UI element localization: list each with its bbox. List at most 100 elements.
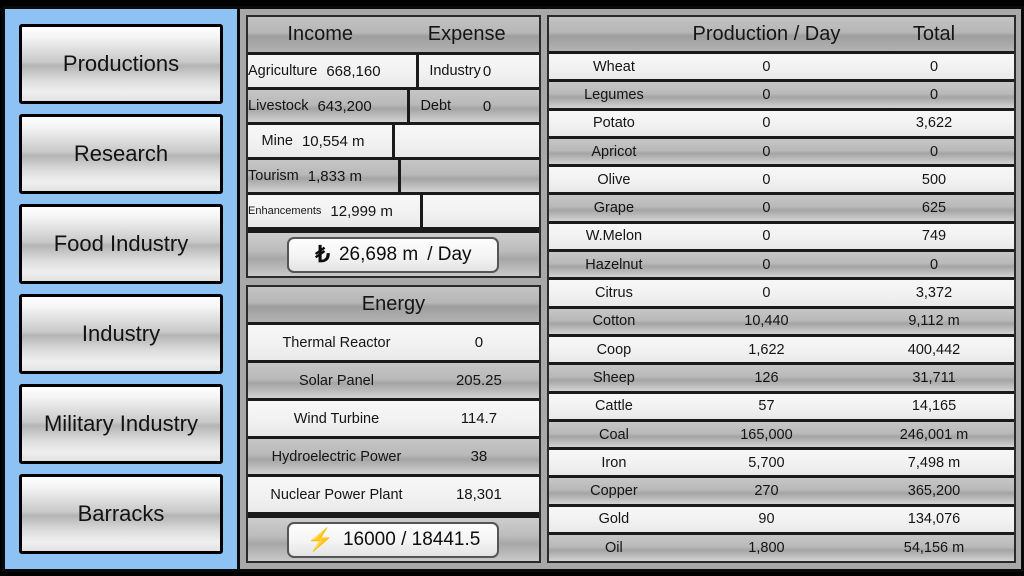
resource-per-day: 126 <box>754 369 779 386</box>
resource-name: Sheep <box>592 369 635 386</box>
resource-per-day: 0 <box>762 58 771 75</box>
table-row[interactable]: Potato 0 3,622 <box>548 110 1014 139</box>
resource-per-day: 165,000 <box>740 426 793 443</box>
table-row[interactable]: Grape 0 625 <box>548 195 1014 224</box>
income-label: Livestock <box>248 98 309 114</box>
sidebar-item-research[interactable]: Research <box>19 114 223 194</box>
table-row[interactable]: Citrus 0 3,372 <box>548 280 1014 309</box>
income-column-header: Income <box>287 23 354 45</box>
resource-name: Wheat <box>592 58 635 75</box>
income-label: Agriculture <box>248 63 318 79</box>
net-income-amount: 26,698 m <box>338 243 419 265</box>
table-row[interactable]: Coop 1,622 400,442 <box>548 336 1014 366</box>
sidebar-item-military-industry[interactable]: Military Industry <box>19 384 223 464</box>
finance-row[interactable]: Agriculture 668,160 Industry 0 <box>248 55 539 90</box>
income-label: Mine <box>261 133 293 149</box>
expense-column-header: Expense <box>427 23 506 45</box>
sidebar-item-label: Research <box>73 141 169 166</box>
expense-label: Industry <box>429 63 481 79</box>
finance-row[interactable]: Enhancements 12,999 m <box>248 195 539 230</box>
sidebar-item-label: Industry <box>81 321 161 346</box>
table-row[interactable]: Legumes 0 0 <box>548 82 1014 111</box>
table-row[interactable]: Wheat 0 0 <box>548 54 1014 83</box>
income-value: 643,200 <box>317 97 372 115</box>
energy-label: Nuclear Power Plant <box>270 486 403 503</box>
resource-name: Hazelnut <box>585 256 643 273</box>
resource-per-day: 5,700 <box>748 454 785 471</box>
sidebar-item-productions[interactable]: Productions <box>19 24 223 104</box>
table-row[interactable]: Iron 5,700 7,498 m <box>548 450 1014 479</box>
game-hud-root: Productions Research Food Industry Indus… <box>0 0 1024 576</box>
expense-entry-empty <box>423 195 539 227</box>
sidebar-nav: Productions Research Food Industry Indus… <box>2 6 240 572</box>
finance-row[interactable]: Mine 10,554 m <box>248 125 539 160</box>
hud-content: Income Expense Agriculture 668,160 Indus… <box>240 6 1024 572</box>
finance-row[interactable]: Tourism 1,833 m <box>248 160 539 195</box>
table-row[interactable]: Hazelnut 0 0 <box>548 252 1014 281</box>
resource-name: Grape <box>593 200 635 217</box>
income-entry: Agriculture 668,160 <box>248 55 420 87</box>
resource-name: Coop <box>596 341 632 358</box>
resource-name: Copper <box>590 483 638 500</box>
energy-label: Solar Panel <box>298 372 374 389</box>
energy-row[interactable]: Nuclear Power Plant 18,301 <box>248 477 539 515</box>
resource-total: 0 <box>929 256 939 273</box>
energy-row[interactable]: Hydroelectric Power 38 <box>248 439 539 477</box>
resource-total: 0 <box>929 58 939 75</box>
resource-total: 749 <box>921 228 947 245</box>
sidebar-item-barracks[interactable]: Barracks <box>19 474 223 554</box>
resource-total: 3,622 <box>915 115 953 132</box>
resource-name: Oil <box>605 540 623 557</box>
resource-per-day: 0 <box>762 285 771 302</box>
net-income-period: / Day <box>427 243 472 265</box>
expense-entry-empty <box>401 160 539 192</box>
energy-label: Wind Turbine <box>293 410 380 427</box>
income-entry: Livestock 643,200 <box>248 90 411 122</box>
finance-row[interactable]: Livestock 643,200 Debt 0 <box>248 90 539 125</box>
net-income-bar: ₺ 26,698 m / Day <box>248 230 539 276</box>
resource-name: Citrus <box>594 285 633 302</box>
middle-column: Income Expense Agriculture 668,160 Indus… <box>246 15 541 563</box>
resource-total: 400,442 <box>907 341 961 358</box>
energy-total-button[interactable]: ⚡ 16000 / 18441.5 <box>287 521 500 558</box>
table-row[interactable]: Cotton 10,440 9,112 m <box>548 308 1014 337</box>
sidebar-item-industry[interactable]: Industry <box>19 294 223 374</box>
energy-label: Thermal Reactor <box>282 334 391 351</box>
energy-value: 0 <box>474 334 484 351</box>
resource-per-day: 1,800 <box>748 540 785 557</box>
table-row[interactable]: Apricot 0 0 <box>548 138 1014 168</box>
table-row[interactable]: Coal 165,000 246,001 m <box>548 421 1014 451</box>
resource-name: Gold <box>598 511 630 528</box>
expense-label: Debt <box>420 98 452 114</box>
table-row[interactable]: Copper 270 365,200 <box>548 478 1014 507</box>
lira-currency-icon: ₺ <box>315 241 330 267</box>
energy-row[interactable]: Solar Panel 205.25 <box>248 363 539 401</box>
table-row[interactable]: Oil 1,800 54,156 m <box>548 535 1014 561</box>
energy-header-label: Energy <box>361 293 426 315</box>
resource-total: 14,165 <box>911 398 957 415</box>
resource-name: Cattle <box>594 398 633 415</box>
expense-value: 0 <box>482 62 492 80</box>
table-row[interactable]: Cattle 57 14,165 <box>548 393 1014 422</box>
table-row[interactable]: Olive 0 500 <box>548 167 1014 196</box>
table-row[interactable]: Sheep 126 31,711 <box>548 365 1014 394</box>
energy-value: 114.7 <box>460 410 498 427</box>
resource-name: Olive <box>597 171 631 188</box>
resource-total: 54,156 m <box>903 540 965 557</box>
resource-per-day: 0 <box>762 115 771 132</box>
lightning-bolt-icon: ⚡ <box>306 526 334 552</box>
table-row[interactable]: Gold 90 134,076 <box>548 506 1014 536</box>
resource-name: W.Melon <box>585 228 643 245</box>
resource-per-day: 0 <box>762 256 771 273</box>
resource-total: 365,200 <box>907 483 961 500</box>
energy-row[interactable]: Wind Turbine 114.7 <box>248 401 539 439</box>
income-value: 1,833 m <box>307 167 362 185</box>
sidebar-item-food-industry[interactable]: Food Industry <box>19 204 223 284</box>
resource-total: 625 <box>921 200 947 217</box>
resource-per-day: 1,622 <box>748 341 785 358</box>
energy-row[interactable]: Thermal Reactor 0 <box>248 325 539 363</box>
income-entry: Tourism 1,833 m <box>248 160 401 192</box>
table-row[interactable]: W.Melon 0 749 <box>548 223 1014 253</box>
net-income-button[interactable]: ₺ 26,698 m / Day <box>287 236 500 273</box>
resource-name: Legumes <box>584 86 644 103</box>
